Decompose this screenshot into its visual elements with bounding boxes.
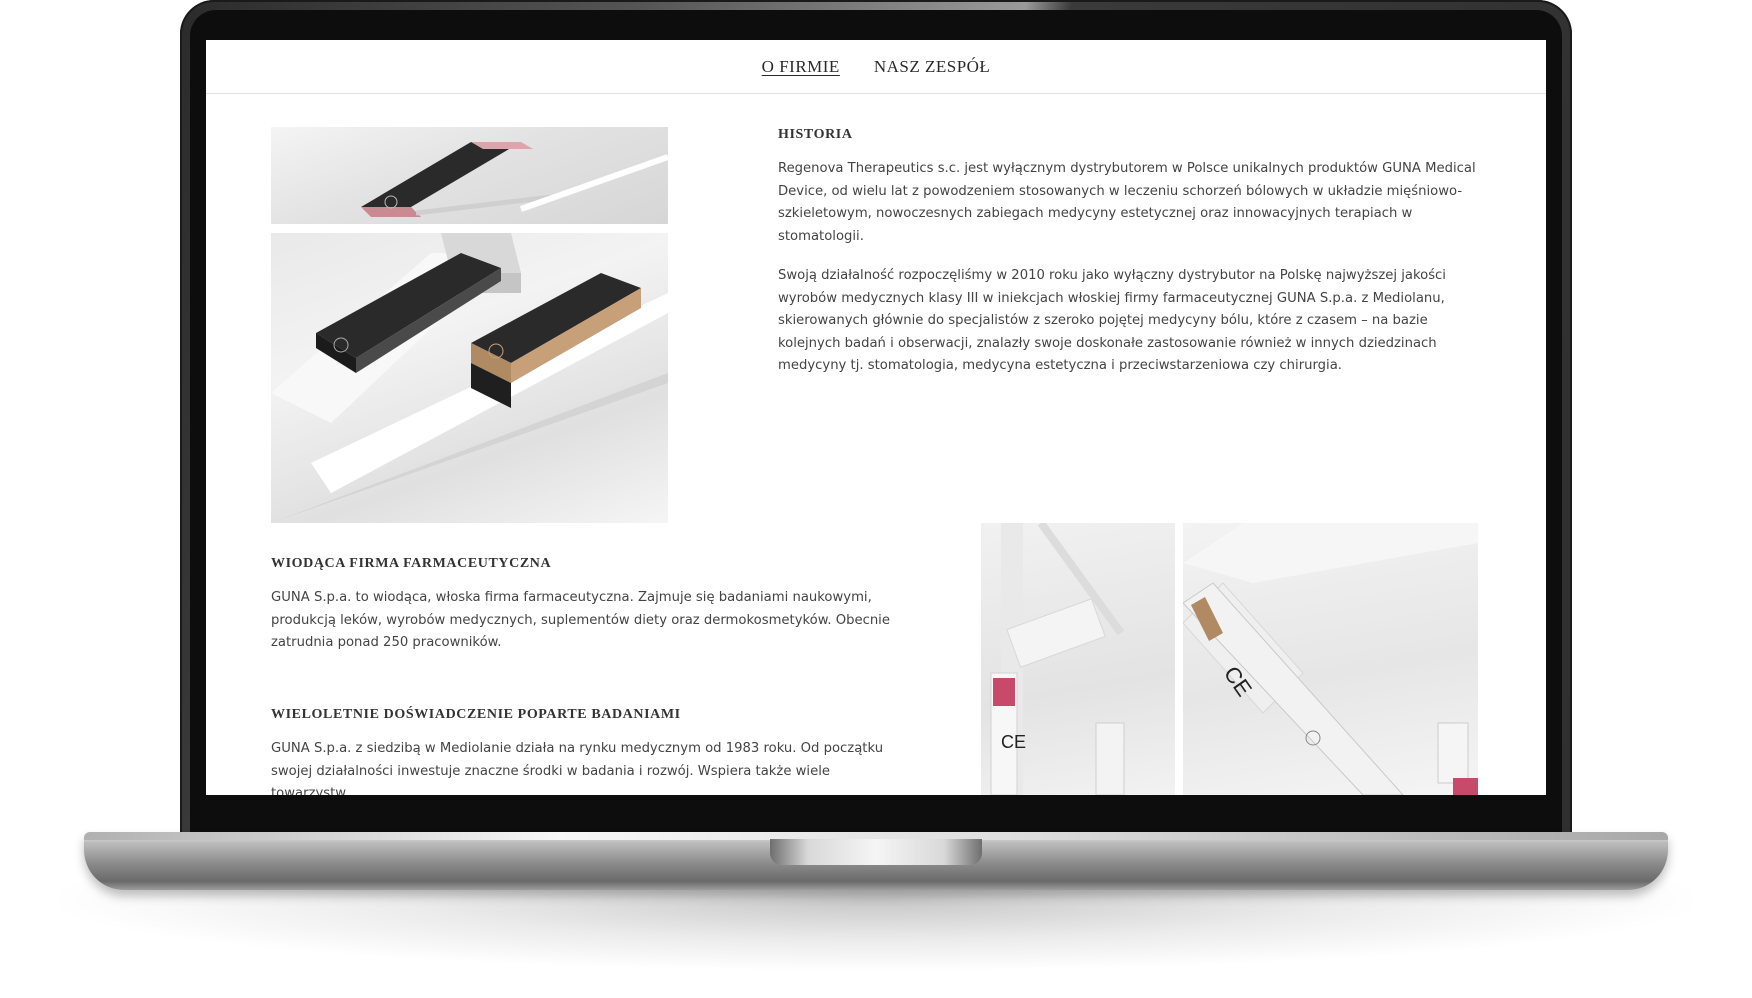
section-title-historia: HISTORIA xyxy=(778,127,853,142)
historia-section: HISTORIA Regenova Therapeutics s.c. jest… xyxy=(778,127,1488,378)
syringe-photo-left: CE xyxy=(981,523,1175,795)
wiodaca-section: WIODĄCA FIRMA FARMACEUTYCZNA GUNA S.p.a.… xyxy=(271,556,891,655)
wieloletnie-section: WIELOLETNIE DOŚWIADCZENIE POPARTE BADANI… xyxy=(271,707,891,795)
section-title-wiodaca: WIODĄCA FIRMA FARMACEUTYCZNA xyxy=(271,556,552,571)
wiodaca-paragraph: GUNA S.p.a. to wiodąca, włoska firma far… xyxy=(271,590,890,650)
section-title-wieloletnie: WIELOLETNIE DOŚWIADCZENIE POPARTE BADANI… xyxy=(271,707,681,722)
nav-link-o-firmie[interactable]: O FIRMIE xyxy=(762,57,840,77)
laptop-notch xyxy=(770,839,982,865)
historia-paragraph-1: Regenova Therapeutics s.c. jest wyłączny… xyxy=(778,161,1476,244)
top-navigation: O FIRMIE NASZ ZESPÓŁ xyxy=(206,40,1546,94)
svg-text:CE: CE xyxy=(1001,732,1026,752)
laptop-screen: O FIRMIE NASZ ZESPÓŁ HISTORIA Regenova T… xyxy=(206,40,1546,795)
wieloletnie-paragraph: GUNA S.p.a. z siedzibą w Mediolanie dzia… xyxy=(271,741,884,795)
product-photo-main xyxy=(271,233,668,523)
syringe-photo-right: CE xyxy=(1183,523,1478,795)
historia-paragraph-2: Swoją działalność rozpoczęliśmy w 2010 r… xyxy=(778,268,1446,373)
nav-link-nasz-zespol[interactable]: NASZ ZESPÓŁ xyxy=(874,57,990,77)
product-photo-top xyxy=(271,127,668,224)
